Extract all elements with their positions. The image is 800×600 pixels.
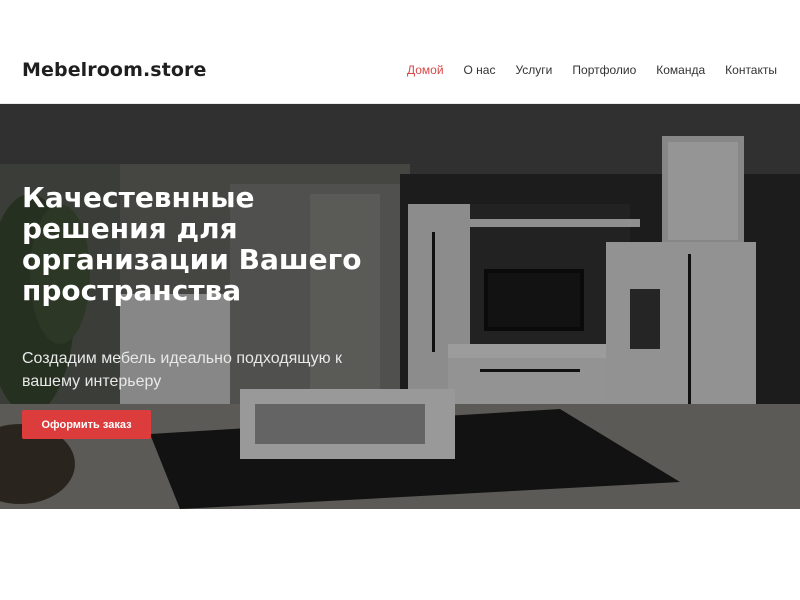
hero-title: Качестевнные решения для организации Ваш… bbox=[22, 181, 362, 307]
nav-link-home[interactable]: Домой bbox=[407, 56, 444, 84]
order-button[interactable]: Оформить заказ bbox=[22, 410, 151, 439]
main-nav: Домой О нас Услуги Портфолио Команда Кон… bbox=[407, 56, 777, 84]
hero-subtitle: Создадим мебель идеально подходящую к ва… bbox=[22, 350, 343, 390]
nav-link-about[interactable]: О нас bbox=[464, 56, 496, 84]
nav-link-team[interactable]: Команда bbox=[656, 56, 705, 84]
content-area bbox=[0, 509, 800, 600]
site-header: Mebelroom.store Домой О нас Услуги Портф… bbox=[0, 0, 800, 104]
hero-section: Качестевнные решения для организации Ваш… bbox=[0, 104, 800, 509]
site-logo[interactable]: Mebelroom.store bbox=[22, 56, 207, 84]
nav-link-services[interactable]: Услуги bbox=[515, 56, 552, 84]
nav-link-contacts[interactable]: Контакты bbox=[725, 56, 777, 84]
nav-link-portfolio[interactable]: Портфолио bbox=[572, 56, 636, 84]
